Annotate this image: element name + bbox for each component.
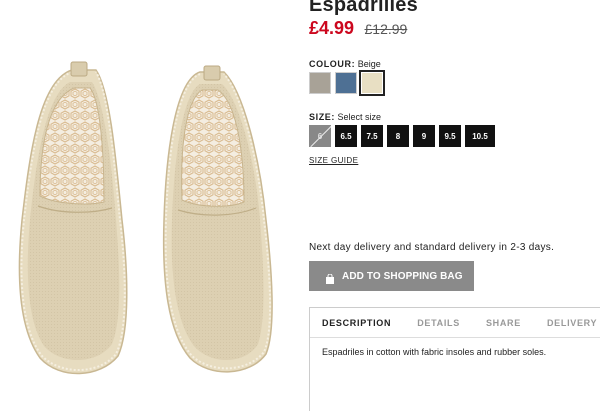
right-shoe: [162, 65, 273, 373]
left-shoe: [18, 61, 128, 375]
tab-share[interactable]: SHARE: [486, 318, 521, 328]
add-to-bag-label: ADD TO SHOPPING BAG: [342, 270, 463, 282]
colour-swatches: [309, 70, 385, 96]
colour-swatch-beige[interactable]: [359, 70, 385, 96]
shopping-bag-icon: [325, 271, 335, 284]
tab-details[interactable]: DETAILS: [417, 318, 460, 328]
size-value: Select size: [337, 112, 382, 122]
size-label: SIZE:: [309, 112, 336, 122]
size-option-9[interactable]: 9: [413, 125, 435, 147]
info-tabs: DESCRIPTION DETAILS SHARE DELIVERY AN: [310, 308, 600, 338]
product-image: [0, 0, 300, 411]
delivery-info: Next day delivery and standard delivery …: [309, 242, 555, 253]
colour-value: Beige: [357, 59, 381, 69]
colour-label-row: COLOUR: Beige: [309, 59, 381, 69]
size-option-6-5[interactable]: 6.5: [335, 125, 357, 147]
product-info-panel: DESCRIPTION DETAILS SHARE DELIVERY AN Es…: [309, 307, 600, 411]
description-text: Espadriles in cotton with fabric insoles…: [322, 347, 547, 357]
size-option-7-5[interactable]: 7.5: [361, 125, 383, 147]
colour-swatch-blue[interactable]: [335, 72, 357, 94]
original-price: £12.99: [364, 21, 408, 37]
size-label-row: SIZE: Select size: [309, 112, 381, 122]
tab-description[interactable]: DESCRIPTION: [322, 318, 391, 328]
price-row: £4.99 £12.99: [309, 18, 407, 39]
size-option-9-5[interactable]: 9.5: [439, 125, 461, 147]
colour-swatch-grey[interactable]: [309, 72, 331, 94]
size-guide-link[interactable]: SIZE GUIDE: [309, 156, 358, 165]
size-option-8[interactable]: 8: [387, 125, 409, 147]
product-title: Espadrilles: [309, 0, 418, 16]
size-option-10-5[interactable]: 10.5: [465, 125, 495, 147]
tab-delivery[interactable]: DELIVERY AN: [547, 318, 600, 328]
add-to-bag-button[interactable]: ADD TO SHOPPING BAG: [309, 261, 474, 291]
size-option-6[interactable]: 6: [309, 125, 331, 147]
current-price: £4.99: [309, 18, 355, 38]
size-options: 6 6.5 7.5 8 9 9.5 10.5: [309, 125, 495, 147]
colour-label: COLOUR:: [309, 59, 356, 69]
